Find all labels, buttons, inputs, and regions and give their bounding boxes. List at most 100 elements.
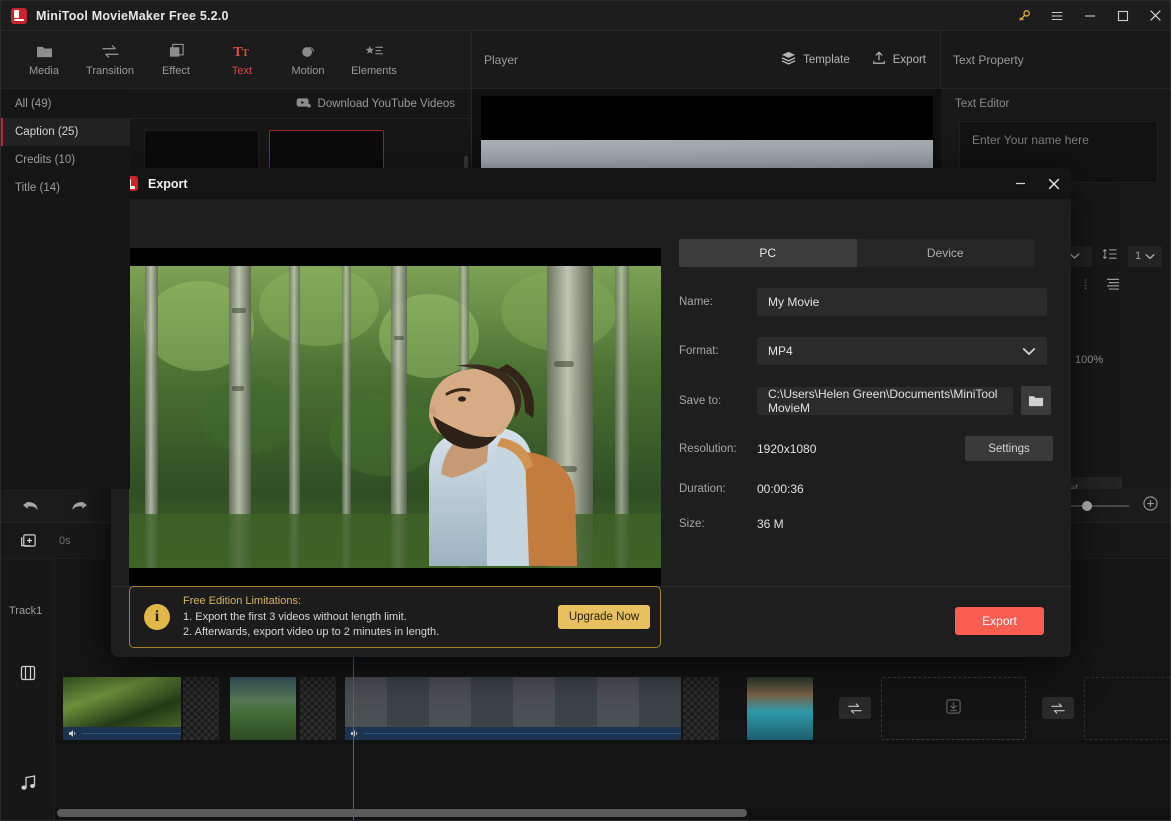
export-dialog-body: PC Device Name: My Movie Format: MP4 Sav… [111,199,1071,657]
category-label: Title (14) [15,182,60,194]
clip-thumbnail [345,677,681,727]
timeline-clip[interactable] [230,677,296,740]
toolbar-label: Elements [351,64,397,77]
title-bar: MiniTool MovieMaker Free 5.2.0 [1,1,1170,31]
timeline-transition[interactable] [300,677,336,740]
form-row-format: Format: MP4 [679,337,1053,365]
export-button-label: Export [892,53,926,66]
template-button-label: Template [803,53,850,66]
timeline-clip[interactable] [63,677,181,740]
tab-device[interactable]: Device [857,239,1035,267]
format-value: MP4 [768,344,793,358]
category-caption[interactable]: Caption (25) [1,118,130,146]
text-editor-label: Text Editor [955,98,1010,110]
audio-track-icon[interactable] [1,759,55,807]
speaker-icon[interactable] [350,725,360,741]
add-transition-button[interactable] [839,697,871,719]
main-toolbar: Media Transition Effect TT Text Motion E… [1,31,471,89]
saveto-input[interactable]: C:\Users\Helen Green\Documents\MiniTool … [757,386,1013,415]
form-row-duration: Duration: 00:00:36 [679,482,1053,496]
toolbar-item-media[interactable]: Media [11,34,77,86]
toolbar-item-text[interactable]: TT Text [209,34,275,86]
notice-text: Free Edition Limitations: 1. Export the … [183,595,439,640]
tab-pc[interactable]: PC [679,239,857,267]
export-form: PC Device Name: My Movie Format: MP4 Sav… [679,239,1053,619]
dialog-minimize-button[interactable] [1003,168,1037,199]
speaker-icon[interactable] [68,725,78,741]
category-label: Caption (25) [15,126,79,138]
format-label: Format: [679,345,719,357]
zoom-in-icon[interactable] [1143,495,1158,516]
upgrade-now-button[interactable]: Upgrade Now [558,605,650,629]
add-media-icon[interactable] [1,532,55,549]
add-transition-button[interactable] [1042,697,1074,719]
timeline-clip[interactable] [747,677,813,740]
timeline-transition[interactable] [683,677,719,740]
elements-icon [365,43,384,60]
app-logo-icon [11,7,27,24]
close-button[interactable] [1139,1,1170,31]
name-input[interactable]: My Movie [757,288,1047,316]
player-header: Player Template Export [472,31,940,89]
export-target-tabs: PC Device [679,239,1034,267]
preview-image [129,266,661,568]
line-spacing-icon[interactable] [1102,247,1118,266]
align-left-icon[interactable] [1084,277,1088,295]
line-count-select[interactable]: 1 [1128,245,1162,267]
dialog-close-button[interactable] [1037,168,1071,199]
toolbar-item-motion[interactable]: Motion [275,34,341,86]
undo-icon[interactable] [21,498,40,513]
align-justify-icon[interactable] [1106,277,1120,295]
application-window: MiniTool MovieMaker Free 5.2.0 Media Tra… [0,0,1171,821]
minimize-button[interactable] [1073,1,1106,31]
toolbar-item-effect[interactable]: Effect [143,34,209,86]
settings-button[interactable]: Settings [965,436,1053,461]
timeline-transition[interactable] [183,677,219,740]
folder-icon [36,43,53,60]
clip-thumbnail [747,677,813,740]
template-button[interactable]: Template [781,51,850,68]
toolbar-item-transition[interactable]: Transition [77,34,143,86]
media-dropzone[interactable] [881,677,1026,740]
download-youtube-link[interactable]: Download YouTube Videos [318,98,455,110]
toolbar-item-elements[interactable]: Elements [341,34,407,86]
effect-icon [168,43,185,60]
clip-audio-strip [345,727,681,740]
size-value: 36 M [757,517,784,531]
export-confirm-button[interactable]: Export [955,607,1044,635]
toolbar-label: Transition [86,64,134,77]
video-track-icon[interactable] [1,641,55,704]
audio-waveform [82,733,181,734]
size-label: Size: [679,518,705,530]
export-dialog: Export PC Device Name: My Movie Format: … [111,168,1071,657]
redo-icon[interactable] [70,498,89,513]
saveto-label: Save to: [679,394,722,407]
category-title[interactable]: Title (14) [1,174,130,202]
timeline-track-labels [1,559,55,820]
toolbar-label: Media [29,64,59,77]
form-row-resolution: Resolution: 1920x1080 Settings [679,436,1053,461]
duration-label: Duration: [679,483,726,495]
opacity-value: 100% [1075,354,1104,366]
media-dropzone[interactable] [1084,677,1170,740]
browse-folder-button[interactable] [1021,386,1051,415]
timeline-horizontal-scrollbar[interactable] [57,809,747,817]
category-all[interactable]: All (49) [1,90,130,118]
layers-icon [781,51,796,68]
export-button-top[interactable]: Export [872,51,926,68]
format-select[interactable]: MP4 [757,337,1047,365]
category-credits[interactable]: Credits (10) [1,146,130,174]
youtube-download-icon [296,97,311,111]
export-preview [129,248,661,586]
resolution-value: 1920x1080 [757,441,817,456]
key-icon[interactable] [1007,1,1040,31]
line-count-value: 1 [1134,250,1142,262]
timeline-clip[interactable] [345,677,681,740]
maximize-button[interactable] [1106,1,1139,31]
timeline-track-audio[interactable] [55,745,1170,807]
timeline-zoom-handle[interactable] [1082,500,1092,511]
form-row-size: Size: 36 M [679,517,1053,531]
upload-icon [872,51,886,68]
menu-icon[interactable] [1040,1,1073,31]
export-dialog-titlebar: Export [111,168,1071,199]
